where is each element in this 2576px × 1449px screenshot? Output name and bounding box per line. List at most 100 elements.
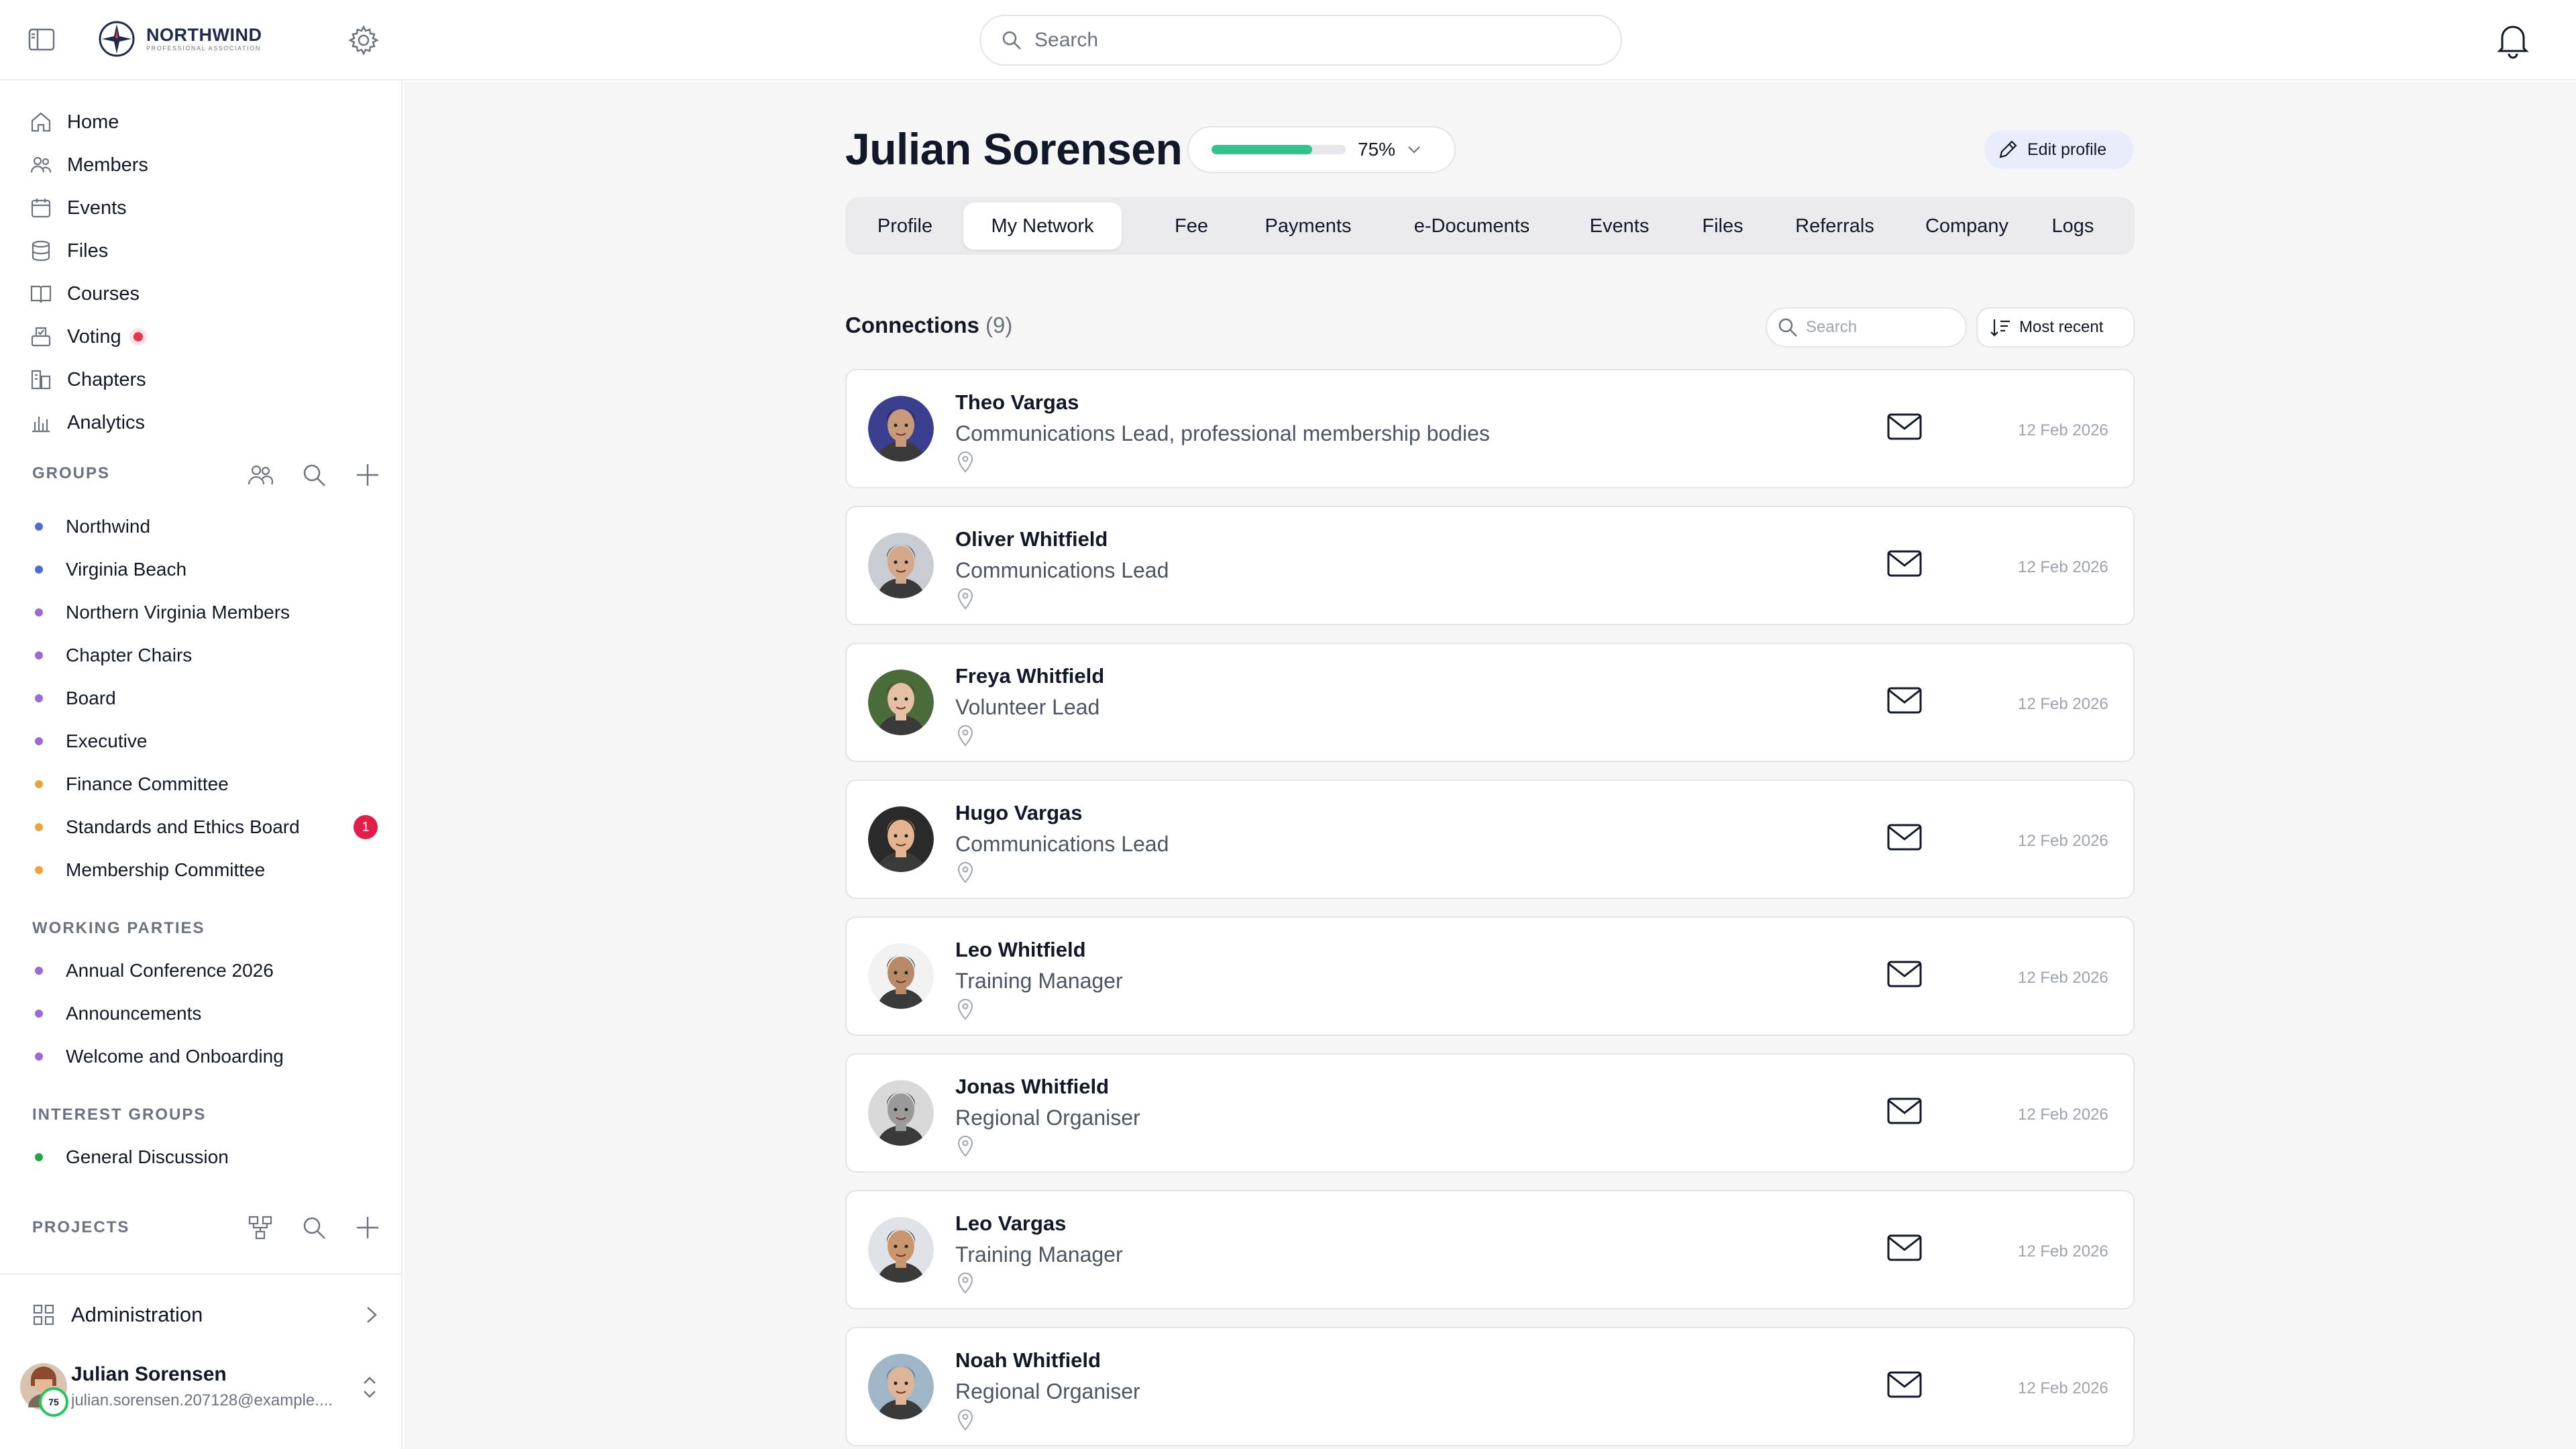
connection-avatar[interactable] xyxy=(868,1217,934,1283)
global-search[interactable] xyxy=(979,15,1622,66)
nav-item-label: Files xyxy=(67,239,109,262)
tab-logs[interactable]: Logs xyxy=(2033,203,2113,250)
group-item[interactable]: Northwind xyxy=(35,510,384,543)
brand-logo[interactable]: NORTHWIND PROFESSIONAL ASSOCIATION xyxy=(98,20,262,58)
connection-card[interactable]: Jonas Whitfield Regional Organiser 12 Feb … xyxy=(845,1053,2135,1173)
groups-heading: GROUPS xyxy=(32,464,111,482)
profile-name: Julian Sorensen xyxy=(845,124,1183,174)
nav-item-events[interactable]: Events xyxy=(30,189,378,227)
top-bar: NORTHWIND PROFESSIONAL ASSOCIATION xyxy=(0,0,2576,80)
mail-icon[interactable] xyxy=(1886,686,1923,715)
nav-item-chapters[interactable]: Chapters xyxy=(30,361,378,398)
sidebar-toggle-button[interactable] xyxy=(28,28,55,51)
working-party-item[interactable]: Annual Conference 2026 xyxy=(35,954,384,987)
gear-icon xyxy=(348,25,379,56)
tab-my-network[interactable]: My Network xyxy=(963,203,1122,250)
group-item[interactable]: Northern Virginia Members xyxy=(35,596,384,629)
nav-item-files[interactable]: Files xyxy=(30,232,378,270)
mail-icon[interactable] xyxy=(1886,549,1923,578)
tab-e-documents[interactable]: e-Documents xyxy=(1391,203,1552,250)
connection-name[interactable]: Freya Whitfield xyxy=(955,664,1104,688)
connection-avatar[interactable] xyxy=(868,669,934,735)
group-color-dot xyxy=(35,1053,43,1061)
group-members-icon[interactable] xyxy=(247,462,274,488)
mail-icon[interactable] xyxy=(1886,1370,1923,1399)
tab-events[interactable]: Events xyxy=(1562,203,1677,250)
sidebar: Home Members Events Files Courses Voting… xyxy=(0,80,402,1449)
edit-profile-button[interactable]: Edit profile xyxy=(1984,130,2133,169)
group-item[interactable]: Executive xyxy=(35,724,384,758)
nav-item-courses[interactable]: Courses xyxy=(30,275,378,313)
profile-completion-fill xyxy=(1212,145,1312,154)
nav-item-home[interactable]: Home xyxy=(30,103,378,141)
connection-name[interactable]: Leo Whitfield xyxy=(955,938,1086,962)
connection-date: 12 Feb 2026 xyxy=(2018,1106,2108,1124)
tab-referrals[interactable]: Referrals xyxy=(1770,203,1900,250)
add-project-icon[interactable] xyxy=(354,1214,381,1241)
connection-avatar[interactable] xyxy=(868,396,934,462)
sort-dropdown[interactable]: Most recent xyxy=(1976,307,2135,347)
group-item[interactable]: Board xyxy=(35,682,384,715)
connection-avatar[interactable] xyxy=(868,1354,934,1419)
mail-icon[interactable] xyxy=(1886,412,1923,441)
working-party-item[interactable]: Announcements xyxy=(35,997,384,1030)
tab-company[interactable]: Company xyxy=(1912,203,2022,250)
profile-completion-dropdown[interactable]: 75% xyxy=(1187,126,1456,173)
connection-card[interactable]: Noah Whitfield Regional Organiser 12 Feb 2… xyxy=(845,1327,2135,1446)
connection-card[interactable]: Leo Vargas Training Manager 12 Feb 2026 xyxy=(845,1190,2135,1309)
connection-name[interactable]: Hugo Vargas xyxy=(955,801,1083,825)
connection-name[interactable]: Leo Vargas xyxy=(955,1212,1066,1236)
notifications-button[interactable] xyxy=(2496,21,2530,59)
administration-link[interactable]: Administration xyxy=(32,1295,381,1335)
nav-item-label: Analytics xyxy=(67,411,146,433)
current-user-menu[interactable]: 75 Julian Sorensen julian.sorensen.20712… xyxy=(20,1359,382,1433)
working-party-item[interactable]: Welcome and Onboarding xyxy=(35,1040,384,1073)
group-item[interactable]: Chapter Chairs xyxy=(35,639,384,672)
tab-profile[interactable]: Profile xyxy=(859,203,951,250)
global-search-input[interactable] xyxy=(1034,29,1571,52)
nav-item-analytics[interactable]: Analytics xyxy=(30,404,378,441)
group-item[interactable]: Virginia Beach xyxy=(35,553,384,586)
interest-group-item[interactable]: General Discussion xyxy=(35,1140,384,1174)
project-search-icon[interactable] xyxy=(301,1214,327,1241)
group-item[interactable]: Membership Committee xyxy=(35,853,384,887)
nav-item-voting[interactable]: Voting xyxy=(30,318,378,356)
connection-name[interactable]: Jonas Whitfield xyxy=(955,1075,1109,1099)
mail-icon[interactable] xyxy=(1886,1096,1923,1126)
group-color-dot xyxy=(35,1153,43,1161)
connection-avatar[interactable] xyxy=(868,806,934,872)
project-tree-icon[interactable] xyxy=(247,1214,274,1241)
connection-name[interactable]: Noah Whitfield xyxy=(955,1348,1101,1373)
group-item[interactable]: Finance Committee xyxy=(35,767,384,801)
tab-files[interactable]: Files xyxy=(1686,203,1759,250)
settings-button[interactable] xyxy=(347,24,380,56)
tab-fee[interactable]: Fee xyxy=(1158,203,1225,250)
connections-search-input[interactable] xyxy=(1806,318,1953,337)
connections-search[interactable] xyxy=(1766,307,1967,347)
search-icon xyxy=(1002,31,1021,50)
mail-icon[interactable] xyxy=(1886,822,1923,852)
connection-name[interactable]: Theo Vargas xyxy=(955,390,1079,415)
tab-payments[interactable]: Payments xyxy=(1234,203,1382,250)
group-item[interactable]: Standards and Ethics Board 1 xyxy=(35,810,384,844)
connection-card[interactable]: Hugo Vargas Communications Lead 12 Feb 202… xyxy=(845,780,2135,899)
nav-item-members[interactable]: Members xyxy=(30,146,378,184)
location-pin-icon xyxy=(957,1273,973,1294)
connection-card[interactable]: Freya Whitfield Volunteer Lead 12 Feb 2026 xyxy=(845,643,2135,762)
group-label: Membership Committee xyxy=(66,859,266,880)
chapters-icon xyxy=(31,370,51,390)
administration-label: Administration xyxy=(71,1303,203,1326)
add-group-icon[interactable] xyxy=(354,462,381,488)
connection-avatar[interactable] xyxy=(868,533,934,598)
connection-avatar[interactable] xyxy=(868,1080,934,1146)
group-search-icon[interactable] xyxy=(301,462,327,488)
working-party-label: Annual Conference 2026 xyxy=(66,960,274,981)
connection-name[interactable]: Oliver Whitfield xyxy=(955,527,1108,551)
mail-icon[interactable] xyxy=(1886,1233,1923,1263)
mail-icon[interactable] xyxy=(1886,959,1923,989)
brand-name: NORTHWIND xyxy=(146,25,262,45)
connection-avatar[interactable] xyxy=(868,943,934,1009)
connection-card[interactable]: Leo Whitfield Training Manager 12 Feb 2026 xyxy=(845,916,2135,1036)
connection-card[interactable]: Oliver Whitfield Communications Lead 12 Fe… xyxy=(845,506,2135,625)
connection-card[interactable]: Theo Vargas Communications Lead, professi… xyxy=(845,369,2135,488)
